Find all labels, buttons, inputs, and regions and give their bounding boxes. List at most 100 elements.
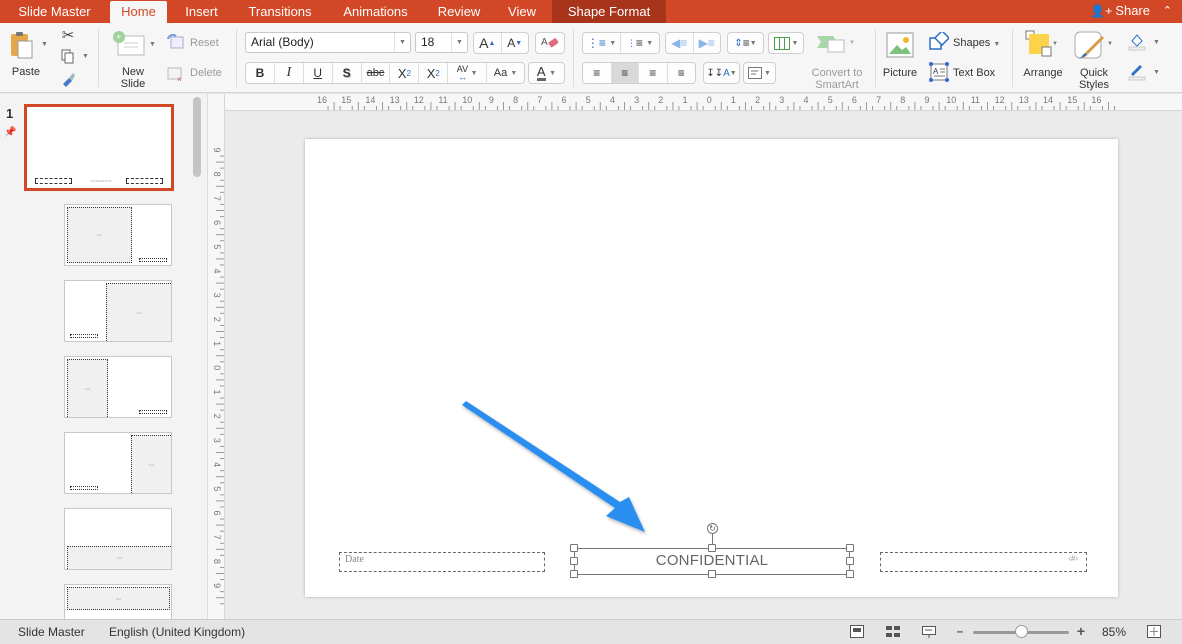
thumbnail-scrollbar[interactable] [193, 97, 201, 177]
thumbnail-slide-master[interactable]: CONFIDENTIAL [24, 104, 174, 191]
align-left-button[interactable]: ≡ [583, 63, 612, 83]
numbering-button[interactable]: ⋮ ≡ ▼ [621, 33, 659, 53]
clear-formatting-button[interactable]: A [535, 32, 565, 54]
increase-indent-button[interactable]: ▶≡ [694, 33, 721, 53]
resize-handle[interactable] [570, 570, 578, 578]
change-case-button[interactable]: Aa ▼ [487, 63, 524, 83]
slide-sorter-icon[interactable] [886, 625, 900, 638]
svg-text:A: A [541, 37, 548, 48]
grow-font-button[interactable]: A ▲ [474, 33, 502, 53]
thumbnail-layout[interactable]: Text [64, 280, 172, 342]
line-spacing-button[interactable]: ⇕ ≡ ▼ [727, 32, 764, 54]
separator [573, 29, 574, 87]
reset-icon [165, 32, 185, 50]
shapes-button[interactable]: Shapes ▼ [953, 37, 1000, 51]
bullets-button[interactable]: ⋮≡ ▼ [583, 33, 621, 53]
separator [98, 29, 99, 87]
arrange-button[interactable]: ▼ [1024, 29, 1058, 61]
zoom-slider-handle[interactable] [1015, 625, 1028, 638]
ruler-label: 6 [852, 95, 857, 105]
align-right-button[interactable]: ≡ [639, 63, 668, 83]
tab-home[interactable]: Home [110, 1, 167, 23]
font-style-group: B I U S abc X2 X2 AV ↔ ▼ Aa ▼ [245, 62, 525, 84]
strikethrough-button[interactable]: abc [362, 63, 391, 83]
ruler-label: 13 [1019, 95, 1029, 105]
italic-button[interactable]: I [275, 63, 304, 83]
text-direction-button[interactable]: ↧↧ A ▼ [703, 62, 740, 84]
tab-transitions[interactable]: Transitions [238, 0, 322, 23]
picture-button[interactable] [886, 31, 914, 59]
rotate-handle-icon[interactable]: ↻ [707, 523, 718, 534]
quick-styles-button[interactable]: ▼ [1073, 29, 1113, 61]
tab-animations[interactable]: Animations [333, 0, 418, 23]
tab-view[interactable]: View [499, 0, 545, 23]
new-slide-icon: + [113, 31, 145, 56]
font-size-select[interactable]: 18 ▼ [415, 32, 468, 53]
resize-handle[interactable] [708, 544, 716, 552]
ruler-label: 7 [212, 196, 222, 201]
text-box-button[interactable]: Text Box [953, 67, 995, 79]
fit-to-window-icon[interactable] [1147, 625, 1161, 638]
thumbnail-layout[interactable]: Text [64, 508, 172, 570]
resize-handle[interactable] [846, 557, 854, 565]
paintbrush-icon[interactable] [60, 71, 76, 87]
shape-outline-dropdown-icon[interactable]: ▼ [1153, 69, 1160, 76]
share-button[interactable]: 👤+ Share [1090, 0, 1150, 23]
resize-handle[interactable] [570, 557, 578, 565]
resize-handle[interactable] [846, 544, 854, 552]
ruler-label: 5 [828, 95, 833, 105]
underline-button[interactable]: U [304, 63, 333, 83]
convert-smartart-button[interactable]: ▼ [815, 32, 855, 54]
date-placeholder[interactable]: Date [339, 552, 545, 572]
thumb-picture-placeholder: Text [67, 207, 132, 263]
tab-review[interactable]: Review [428, 0, 490, 23]
subscript-button[interactable]: X2 [419, 63, 449, 83]
font-color-button[interactable]: A ▼ [528, 62, 565, 84]
columns-button[interactable]: ▼ [768, 32, 804, 54]
resize-handle[interactable] [846, 570, 854, 578]
normal-view-icon[interactable] [850, 625, 864, 638]
shadow-button[interactable]: S [333, 63, 362, 83]
decrease-indent-button[interactable]: ◀≡ [666, 33, 694, 53]
scissors-icon[interactable]: ✂ [60, 26, 76, 44]
resize-handle[interactable] [570, 544, 578, 552]
ruler-label: 11 [438, 95, 447, 105]
thumbnail-layout[interactable]: Text [64, 584, 172, 619]
separator [236, 29, 237, 87]
new-slide-dropdown-icon[interactable]: ▼ [149, 41, 156, 48]
zoom-in-button[interactable]: + [1074, 624, 1088, 638]
copy-dropdown-icon[interactable]: ▼ [82, 53, 89, 60]
reset-button[interactable]: Reset [190, 37, 219, 49]
status-language[interactable]: English (United Kingdom) [109, 625, 245, 639]
align-center-button[interactable]: ≡ [611, 63, 640, 83]
justify-button[interactable]: ≡ [668, 63, 696, 83]
slide-master[interactable]: Date CONFIDENTIAL ↻ ‹#› [305, 139, 1118, 597]
paste-button[interactable] [8, 29, 36, 61]
font-name-select[interactable]: Arial (Body) ▼ [245, 32, 411, 53]
thumbnail-layout[interactable]: Text [64, 204, 172, 266]
thumbnail-layout[interactable]: Text [64, 356, 172, 418]
tab-slide-master[interactable]: Slide Master [6, 0, 103, 23]
collapse-ribbon-icon[interactable]: ⌃ [1163, 0, 1172, 23]
copy-icon[interactable] [60, 49, 76, 65]
paste-dropdown-icon[interactable]: ▼ [41, 41, 48, 48]
ruler-label: 10 [946, 95, 956, 105]
align-text-button[interactable]: ▼ [743, 62, 776, 84]
new-slide-button[interactable]: + [112, 29, 146, 59]
delete-slide-button[interactable]: Delete [190, 67, 222, 79]
tab-insert[interactable]: Insert [173, 0, 230, 23]
shape-fill-button[interactable] [1127, 31, 1147, 51]
character-spacing-button[interactable]: AV ↔ ▼ [448, 63, 488, 83]
slide-number-placeholder[interactable]: ‹#› [880, 552, 1087, 572]
presenter-view-icon[interactable] [922, 625, 936, 638]
resize-handle[interactable] [708, 570, 716, 578]
thumbnail-layout[interactable]: Text [64, 432, 172, 494]
superscript-button[interactable]: X2 [390, 63, 420, 83]
tab-shape-format[interactable]: Shape Format [552, 0, 666, 23]
separator [875, 29, 876, 87]
zoom-out-button[interactable]: – [953, 625, 967, 638]
shrink-font-button[interactable]: A ▼ [502, 33, 529, 53]
bold-button[interactable]: B [246, 63, 275, 83]
shape-fill-dropdown-icon[interactable]: ▼ [1153, 39, 1160, 46]
shape-outline-button[interactable] [1127, 61, 1147, 81]
